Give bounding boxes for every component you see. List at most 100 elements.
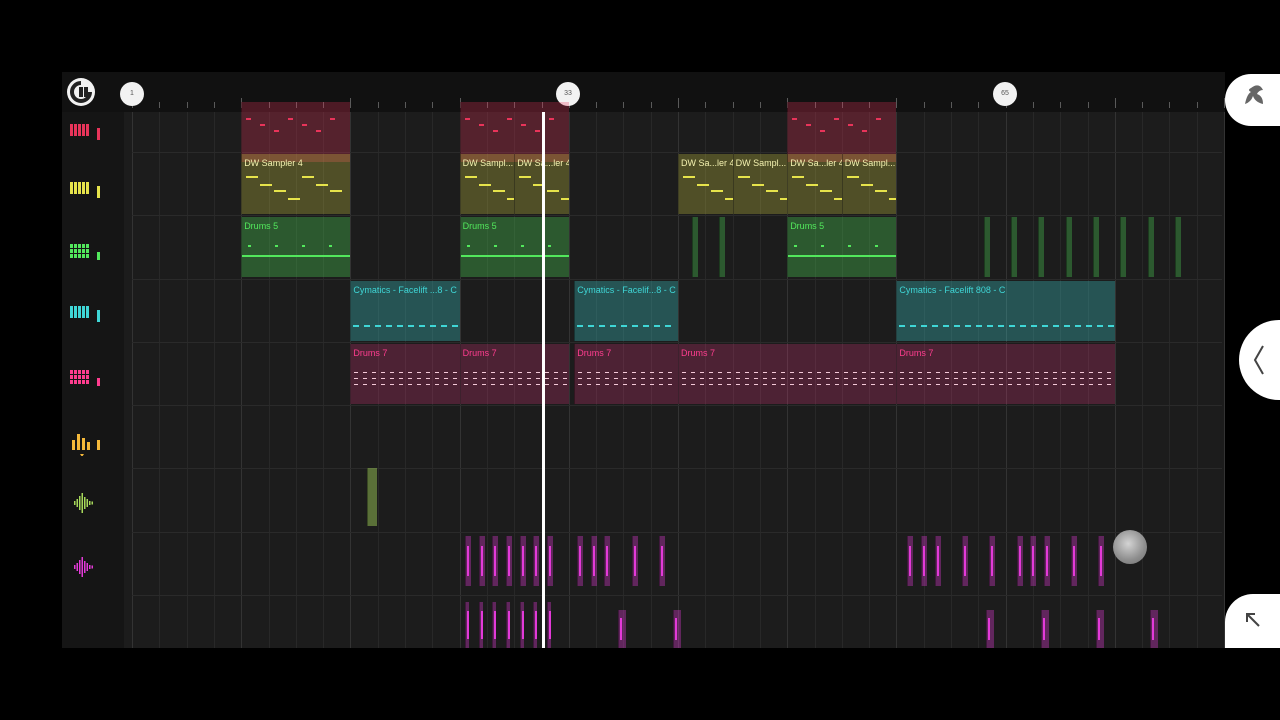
waveform-icon[interactable] — [68, 552, 102, 582]
pattern-clip[interactable] — [241, 102, 351, 162]
pattern-clip[interactable]: Cymatics - Facelift 808 - C — [896, 281, 1115, 341]
pattern-clip[interactable]: Cymatics - Facelift ...8 - C — [350, 281, 460, 341]
audio-clip[interactable] — [478, 602, 483, 648]
audio-clip[interactable] — [1030, 536, 1037, 586]
audio-clip[interactable] — [546, 536, 553, 586]
bar-marker[interactable]: 65 — [993, 82, 1017, 106]
note — [754, 384, 758, 385]
drum-hit-clip[interactable] — [1038, 217, 1045, 277]
pattern-clip[interactable]: DW Sampler 4 — [241, 154, 351, 214]
expand-button[interactable] — [1225, 594, 1280, 648]
audio-clip[interactable] — [576, 536, 583, 586]
equalizer-icon[interactable] — [68, 426, 102, 457]
pattern-clip[interactable]: Cymatics - Facelif...8 - C — [574, 281, 678, 341]
note — [826, 384, 830, 385]
audio-waveform — [494, 546, 497, 576]
note — [963, 384, 968, 385]
pattern-clip[interactable]: DW Sampl... — [732, 154, 788, 214]
browser-toggle-button[interactable] — [1225, 74, 1280, 126]
audio-clip[interactable] — [506, 536, 512, 586]
drum-hit-clip[interactable] — [1174, 217, 1181, 277]
pattern-clip[interactable] — [459, 102, 569, 162]
note — [641, 372, 646, 373]
audio-clip[interactable] — [934, 536, 941, 586]
audio-waveform — [922, 546, 925, 576]
playhead[interactable] — [542, 112, 545, 648]
pattern-clip[interactable]: DW Sa...ler 4 — [678, 154, 733, 214]
pattern-clip[interactable]: Drums 5 — [241, 217, 351, 277]
audio-clip[interactable] — [617, 610, 626, 648]
note — [453, 378, 458, 379]
audio-clip[interactable] — [1041, 610, 1050, 648]
audio-clip[interactable] — [519, 602, 524, 648]
drum-hit-clip[interactable] — [1011, 217, 1018, 277]
note — [999, 372, 1004, 373]
note — [490, 384, 495, 385]
app-logo-icon[interactable] — [67, 78, 95, 106]
note — [587, 372, 592, 373]
drum-hit-clip[interactable] — [1065, 217, 1072, 277]
drum-hit-clip[interactable] — [983, 217, 990, 277]
audio-clip[interactable] — [506, 602, 510, 648]
drum-grid-icon[interactable] — [68, 236, 102, 266]
audio-waveform — [578, 546, 581, 576]
piano-roll-icon[interactable] — [68, 298, 102, 328]
audio-clip[interactable] — [907, 536, 914, 586]
pattern-clip[interactable]: Drums 7 — [896, 344, 1115, 404]
note — [499, 378, 504, 379]
side-panel-toggle-button[interactable] — [1239, 320, 1280, 400]
audio-clip[interactable] — [465, 536, 472, 586]
audio-clip[interactable] — [519, 536, 526, 586]
audio-clip[interactable] — [1098, 536, 1105, 586]
note — [945, 378, 950, 379]
drum-hit-clip[interactable] — [718, 217, 725, 277]
pattern-clip[interactable] — [787, 102, 897, 162]
pattern-clip[interactable]: DW Sampl... — [459, 154, 515, 214]
audio-clip[interactable] — [1016, 536, 1023, 586]
drum-hit-clip[interactable] — [691, 217, 698, 277]
piano-roll-icon[interactable] — [68, 116, 102, 146]
audio-clip[interactable] — [658, 536, 665, 586]
pattern-clip[interactable]: Drums 7 — [350, 344, 460, 404]
pattern-clip[interactable]: DW Sampl... — [841, 154, 897, 214]
bar-marker[interactable]: 1 — [120, 82, 144, 106]
audio-clip[interactable] — [465, 602, 470, 648]
note — [1008, 372, 1013, 373]
audio-clip[interactable] — [1043, 536, 1050, 586]
audio-clip[interactable] — [590, 536, 597, 586]
audio-clip[interactable] — [546, 602, 551, 648]
audio-waveform — [494, 611, 497, 639]
pattern-clip[interactable]: Drums 7 — [459, 344, 569, 404]
audio-clip[interactable] — [533, 536, 540, 586]
waveform-icon[interactable] — [68, 488, 102, 518]
note — [711, 190, 723, 192]
audio-clip[interactable] — [1071, 536, 1078, 586]
piano-roll-icon[interactable] — [68, 174, 102, 204]
audio-clip[interactable] — [366, 468, 377, 526]
audio-clip[interactable] — [492, 536, 499, 586]
note — [972, 384, 977, 385]
pattern-clip[interactable]: Drums 5 — [459, 217, 569, 277]
pattern-clip[interactable]: DW Sa...ler 4 — [787, 154, 842, 214]
audio-clip[interactable] — [492, 602, 497, 648]
pattern-clip[interactable]: Drums 7 — [678, 344, 897, 404]
audio-clip[interactable] — [920, 536, 927, 586]
audio-clip[interactable] — [986, 610, 995, 648]
audio-clip[interactable] — [1150, 610, 1159, 648]
drum-hit-clip[interactable] — [1092, 217, 1099, 277]
drum-hit-clip[interactable] — [1147, 217, 1154, 277]
audio-clip[interactable] — [989, 536, 996, 586]
audio-clip[interactable] — [533, 602, 538, 648]
audio-clip[interactable] — [1095, 610, 1104, 648]
audio-clip[interactable] — [672, 610, 681, 648]
audio-clip[interactable] — [961, 536, 968, 586]
audio-clip[interactable] — [631, 536, 638, 586]
pattern-clip[interactable]: Drums 7 — [574, 344, 678, 404]
drum-grid-icon[interactable] — [68, 362, 102, 392]
pattern-clip[interactable]: Drums 5 — [787, 217, 897, 277]
playlist-grid[interactable]: DW Sampler 4DW Sampl...DW Sa...ler 4DW S… — [132, 102, 1225, 648]
audio-clip[interactable] — [478, 536, 485, 586]
audio-clip[interactable] — [604, 536, 611, 586]
audio-waveform — [619, 617, 622, 641]
drum-hit-clip[interactable] — [1120, 217, 1127, 277]
